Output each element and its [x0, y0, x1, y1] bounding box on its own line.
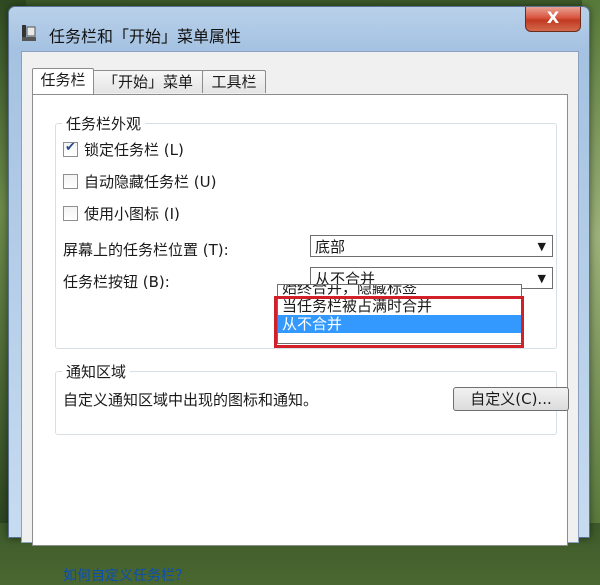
group-title-appearance: 任务栏外观 [62, 113, 146, 134]
taskbar-location-label: 屏幕上的任务栏位置 (T): [63, 241, 229, 259]
customize-button[interactable]: 自定义(C)... [453, 387, 569, 411]
window-title: 任务栏和「开始」菜单属性 [49, 27, 242, 46]
close-icon: X [546, 8, 560, 27]
group-title-notification: 通知区域 [62, 361, 131, 382]
small-icons-option[interactable]: 使用小图标 (I) [63, 203, 180, 224]
dropdown-arrow-icon: ▼ [537, 240, 546, 253]
taskbar-buttons-label: 任务栏按钮 (B): [63, 273, 170, 291]
help-link[interactable]: 如何自定义任务栏？ [63, 565, 189, 585]
title-bar[interactable]: 任务栏和「开始」菜单属性 X [9, 7, 589, 57]
close-button[interactable]: X [525, 7, 581, 32]
taskbar-location-select[interactable]: 底部 ▼ [310, 235, 553, 257]
properties-dialog: 任务栏和「开始」菜单属性 X 任务栏 「开始」菜单 工具栏 任务栏外观 ✔ 锁定任… [8, 6, 590, 584]
lock-taskbar-checkbox[interactable]: ✔ [63, 140, 78, 157]
taskbar-location-value: 底部 [315, 238, 346, 256]
tab-start-menu[interactable]: 「开始」菜单 [92, 70, 204, 93]
small-icons-label: 使用小图标 (I) [84, 205, 180, 223]
taskbar-properties-icon [22, 25, 36, 41]
small-icons-checkbox[interactable] [63, 206, 78, 221]
auto-hide-checkbox[interactable] [63, 174, 78, 189]
lock-taskbar-label: 锁定任务栏 (L) [84, 141, 184, 159]
checkmark-icon: ✔ [65, 140, 76, 155]
auto-hide-label: 自动隐藏任务栏 (U) [84, 173, 217, 191]
lock-taskbar-option[interactable]: ✔ 锁定任务栏 (L) [63, 139, 184, 160]
tab-taskbar[interactable]: 任务栏 [32, 68, 94, 94]
dropdown-arrow-icon: ▼ [537, 272, 546, 285]
notification-description: 自定义通知区域中出现的图标和通知。 [63, 391, 319, 409]
tab-toolbars[interactable]: 工具栏 [202, 70, 266, 93]
auto-hide-option[interactable]: 自动隐藏任务栏 (U) [63, 171, 216, 192]
highlight-annotation-box [274, 296, 524, 348]
